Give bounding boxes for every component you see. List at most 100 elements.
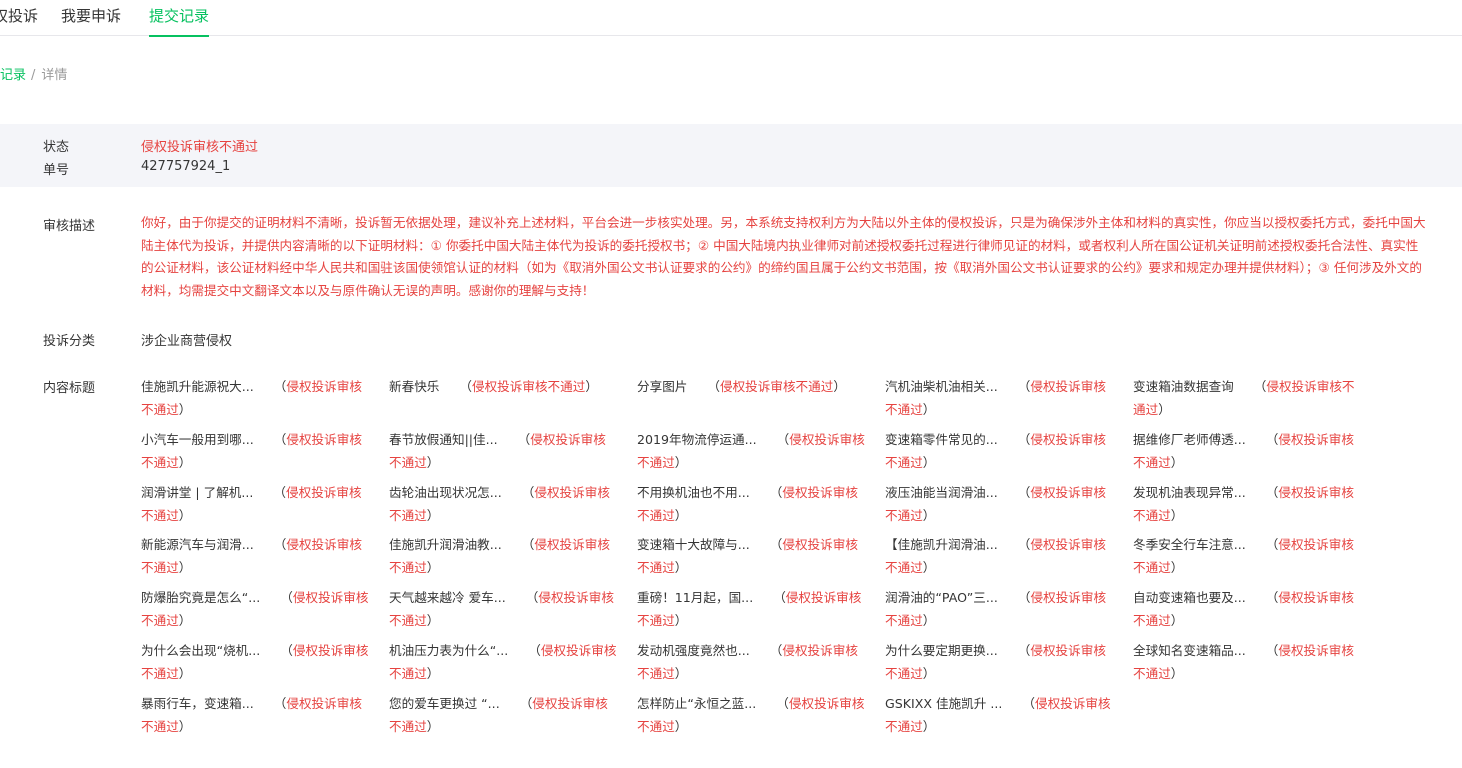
- title-item-close-paren: ）: [922, 560, 936, 576]
- title-item-name[interactable]: 为什么会出现“烧机...: [141, 639, 260, 662]
- title-item-status-part2: 不通过: [1133, 613, 1171, 629]
- title-item-status-part2: 不通过: [389, 718, 427, 734]
- title-item-name[interactable]: 新能源汽车与润滑...: [141, 533, 254, 556]
- title-item-name[interactable]: 重磅！11月起，国...: [637, 586, 753, 609]
- tab-infringement-complaint[interactable]: 侵权投诉: [0, 6, 38, 36]
- title-item-close-paren: ）: [1170, 454, 1184, 470]
- title-item-name[interactable]: 变速箱十大故障与...: [637, 533, 750, 556]
- title-item-status-part2: 不通过: [141, 666, 179, 681]
- title-item-close-paren: ）: [426, 507, 440, 523]
- title-item-name[interactable]: 2019年物流停运通...: [637, 428, 757, 451]
- title-item-name[interactable]: 暴雨行车，变速箱...: [141, 692, 254, 715]
- title-item-name[interactable]: 全球知名变速箱品...: [1133, 639, 1246, 662]
- title-item-status-part2: 不通过: [389, 613, 427, 629]
- title-item-close-paren: ）: [674, 454, 688, 470]
- title-item-open-paren: （: [776, 431, 790, 447]
- title-item-close-paren: ）: [674, 718, 688, 734]
- title-item-name[interactable]: 佳施凯升润滑油教...: [389, 533, 502, 556]
- breadcrumb-separator: /: [31, 68, 36, 83]
- title-item: 汽机油柴机油相关... （侵权投诉审核 不通过）: [885, 375, 1113, 421]
- title-item: 防爆胎究竟是怎么“... （侵权投诉审核 不通过）: [141, 586, 369, 632]
- title-item-name[interactable]: 齿轮油出现状况怎...: [389, 481, 502, 504]
- title-item-status-part2: 通过: [1133, 402, 1159, 417]
- title-item-status-part1: 侵权投诉审核: [286, 379, 362, 394]
- title-item: 2019年物流停运通... （侵权投诉审核 不通过）: [637, 428, 865, 474]
- title-item-name[interactable]: 据维修厂老师傅透...: [1133, 428, 1246, 451]
- title-item: 冬季安全行车注意... （侵权投诉审核 不通过）: [1133, 533, 1361, 579]
- title-item-status-part2: 不通过: [389, 666, 427, 681]
- status-panel: 状态 侵权投诉审核不通过 单号 427757924_1: [0, 124, 1462, 187]
- title-item-open-paren: （: [776, 695, 789, 711]
- title-item-open-paren: （: [525, 590, 539, 606]
- title-item-name[interactable]: 发动机强度竟然也...: [637, 639, 750, 662]
- title-item-status-part1: 侵权投诉审核: [534, 484, 610, 500]
- title-item: 润滑讲堂 | 了解机... （侵权投诉审核 不通过）: [141, 481, 369, 527]
- title-item-name[interactable]: 液压油能当润滑油...: [885, 481, 998, 504]
- title-item-status-part2: 不通过: [637, 507, 675, 523]
- title-item-open-paren: （: [769, 484, 783, 500]
- title-item-open-paren: （: [528, 643, 541, 658]
- title-item-name[interactable]: 防爆胎究竟是怎么“...: [141, 586, 260, 609]
- tab-submission-records[interactable]: 提交记录: [149, 6, 210, 37]
- title-item-name[interactable]: 发现机油表现异常...: [1133, 481, 1246, 504]
- title-item: 新能源汽车与润滑... （侵权投诉审核 不通过）: [141, 533, 369, 579]
- title-item-status-part2: 不通过: [1133, 507, 1171, 523]
- title-item-status-part2: 不通过: [885, 718, 923, 734]
- title-item-status-part1: 侵权投诉审核: [1278, 484, 1354, 500]
- title-item-name[interactable]: 分享图片: [637, 375, 687, 398]
- top-tabs: 侵权投诉 我要申诉 提交记录: [0, 0, 1462, 37]
- title-item-status-part1: 侵权投诉审核: [1034, 695, 1111, 711]
- title-item-status-part2: 不通过: [637, 718, 675, 734]
- title-item-name[interactable]: 小汽车一般用到哪...: [141, 428, 254, 451]
- title-item-name[interactable]: 自动变速箱也要及...: [1133, 586, 1246, 609]
- title-item-name[interactable]: 为什么要定期更换...: [885, 639, 998, 662]
- title-item-close-paren: ）: [1170, 666, 1184, 681]
- title-item-open-paren: （: [280, 643, 293, 658]
- title-item-status-part2: 不通过: [141, 613, 179, 629]
- title-item-name[interactable]: 春节放假通知||佳...: [389, 428, 498, 451]
- title-item-status-part2: 不通过: [141, 454, 179, 470]
- title-item-close-paren: ）: [922, 402, 936, 417]
- title-item-status-part1: 侵权投诉审核: [286, 431, 362, 447]
- title-item: 暴雨行车，变速箱... （侵权投诉审核 不通过）: [141, 692, 369, 738]
- title-item-close-paren: ）: [922, 718, 936, 734]
- title-item-status-part2: 不通过: [637, 454, 675, 470]
- title-item-name[interactable]: 您的爱车更换过 “...: [389, 692, 500, 715]
- title-item-open-paren: （: [273, 537, 287, 553]
- title-item: 【佳施凯升润滑油... （侵权投诉审核 不通过）: [885, 533, 1113, 579]
- title-item-name[interactable]: 冬季安全行车注意...: [1133, 533, 1246, 556]
- title-item-close-paren: ）: [178, 402, 192, 417]
- tab-appeal[interactable]: 我要申诉: [61, 6, 121, 36]
- title-item-name[interactable]: 变速箱油数据查询: [1133, 375, 1234, 398]
- title-item: 变速箱油数据查询 （侵权投诉审核不 通过）: [1133, 375, 1361, 421]
- title-item-status-part1: 侵权投诉审核: [1278, 590, 1354, 606]
- title-item-close-paren: ）: [674, 666, 688, 681]
- title-item-open-paren: （: [273, 695, 287, 711]
- title-item-name[interactable]: 怎样防止“永恒之蓝...: [637, 692, 756, 715]
- title-item: 润滑油的“PAO”三... （侵权投诉审核 不通过）: [885, 586, 1113, 632]
- title-item-status-part2: 不通过: [389, 507, 427, 523]
- title-item: 佳施凯升润滑油教... （侵权投诉审核 不通过）: [389, 533, 617, 579]
- title-item-name[interactable]: 机油压力表为什么“...: [389, 639, 508, 662]
- title-item-name[interactable]: 新春快乐: [389, 375, 439, 398]
- title-item-name[interactable]: 【佳施凯升润滑油...: [885, 533, 998, 556]
- title-item-name[interactable]: 不用换机油也不用...: [637, 481, 750, 504]
- complaint-category-label: 投诉分类: [43, 334, 96, 349]
- title-item-name[interactable]: 天气越来越冷 爱车...: [389, 586, 506, 609]
- title-item: 新春快乐 （侵权投诉审核不通过）: [389, 375, 629, 398]
- breadcrumb-current: 详情: [41, 68, 68, 83]
- title-item-close-paren: ）: [1170, 613, 1184, 629]
- title-item-name[interactable]: 润滑讲堂 | 了解机...: [141, 481, 253, 504]
- title-item-name[interactable]: 变速箱零件常见的...: [885, 428, 998, 451]
- title-item-name[interactable]: 汽机油柴机油相关...: [885, 375, 998, 398]
- breadcrumb-parent-link[interactable]: 提交记录: [0, 68, 26, 83]
- title-item-status-part1: 侵权投诉审核: [1030, 590, 1107, 606]
- title-item-status-part1: 侵权投诉审核: [530, 431, 606, 447]
- title-item-name[interactable]: GSKIXX 佳施凯升 ...: [885, 692, 1002, 715]
- title-item-open-paren: （: [459, 379, 472, 394]
- title-item-close-paren: ）: [178, 560, 192, 576]
- title-item-name[interactable]: 佳施凯升能源祝大...: [141, 375, 254, 398]
- title-item-open-paren: （: [1265, 537, 1279, 553]
- title-item-status-part1: 侵权投诉审核: [782, 484, 858, 500]
- title-item-name[interactable]: 润滑油的“PAO”三...: [885, 586, 998, 609]
